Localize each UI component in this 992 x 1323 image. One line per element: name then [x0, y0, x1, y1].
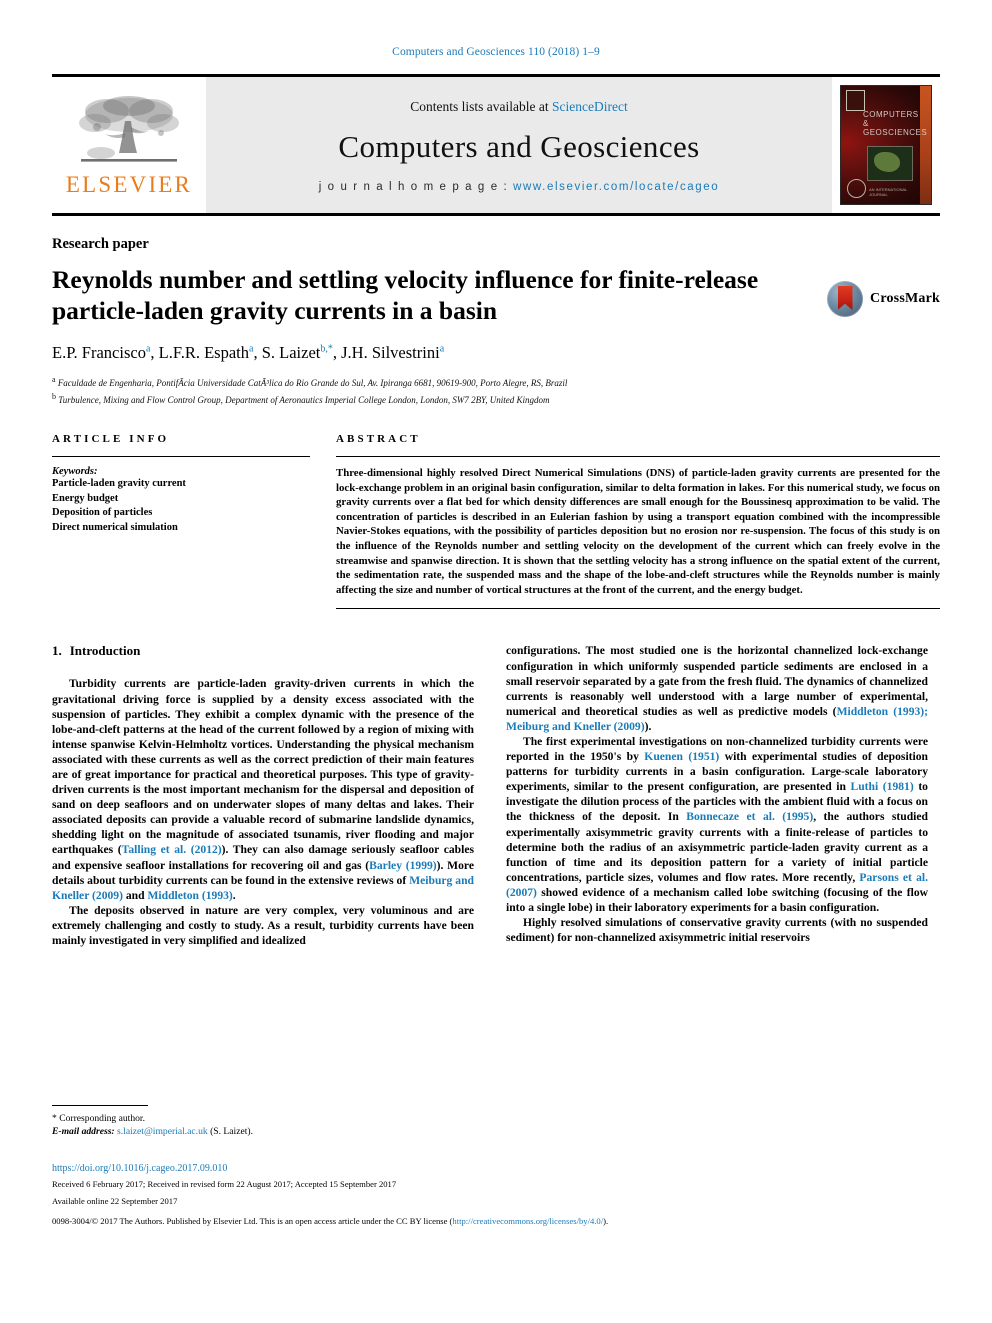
body-text-run: Turbidity currents are particle-laden gr… [52, 677, 474, 857]
journal-masthead: ELSEVIER Contents lists available at Sci… [52, 74, 940, 216]
homepage-url[interactable]: www.elsevier.com/locate/cageo [513, 181, 719, 193]
abstract-column: ABSTRACT Three-dimensional highly resolv… [336, 433, 940, 610]
cover-inset-image [867, 146, 913, 181]
article-info-heading: ARTICLE INFO [52, 433, 170, 446]
copyright-line: 0098-3004/© 2017 The Authors. Published … [52, 1216, 940, 1226]
body-column-right: configurations. The most studied one is … [506, 643, 928, 1041]
body-text-run: Highly resolved simulations of conservat… [506, 916, 928, 945]
body-paragraph: The deposits observed in nature are very… [52, 903, 474, 948]
body-text-run: The deposits observed in nature are very… [52, 903, 474, 948]
masthead-center: Contents lists available at ScienceDirec… [206, 77, 832, 213]
abstract-rule [336, 456, 940, 458]
contents-line: Contents lists available at ScienceDirec… [410, 99, 627, 115]
cover-artwork: COMPUTERS & GEOSCIENCES AN INTERNATIONAL… [840, 85, 932, 205]
homepage-prefix: j o u r n a l h o m e p a g e : [318, 181, 514, 193]
crossmark-badge[interactable]: CrossMark [827, 281, 940, 317]
sciencedirect-link[interactable]: ScienceDirect [552, 99, 628, 114]
author-2-mark: b,* [320, 343, 333, 355]
right-body-text: configurations. The most studied one is … [506, 643, 928, 945]
running-head: Computers and Geosciences 110 (2018) 1–9 [392, 46, 600, 58]
page-title: Reynolds number and settling velocity in… [52, 265, 759, 325]
doi-link[interactable]: https://doi.org/10.1016/j.cageo.2017.09.… [52, 1163, 940, 1174]
author-3[interactable]: J.H. Silvestrinia [341, 343, 444, 362]
author-1-mark: a [249, 343, 254, 355]
crossmark-label: CrossMark [870, 291, 940, 306]
abstract-bottom-rule [336, 608, 940, 610]
paper-page: Computers and Geosciences 110 (2018) 1–9 [0, 0, 992, 1323]
abstract-heading: ABSTRACT [336, 433, 421, 446]
body-paragraph: Turbidity currents are particle-laden gr… [52, 676, 474, 902]
page-footer: https://doi.org/10.1016/j.cageo.2017.09.… [52, 1163, 940, 1226]
elsevier-tree-icon [79, 95, 179, 162]
body-text-run: and [122, 888, 148, 902]
footnote-rule [52, 1105, 148, 1106]
cover-subtitle-text: AN INTERNATIONAL JOURNAL [869, 187, 908, 197]
body-text-run: ). [644, 719, 652, 733]
affiliation-a: a Faculdade de Engenharia, PontifÃ­cia U… [52, 375, 568, 389]
affiliation-b: b Turbulence, Mixing and Flow Control Gr… [52, 392, 550, 406]
journal-homepage-line: j o u r n a l h o m e p a g e : www.else… [319, 181, 720, 193]
body-text-run: . [232, 888, 236, 902]
email-owner: (S. Laizet). [210, 1126, 253, 1137]
author-0[interactable]: E.P. Franciscoa [52, 343, 150, 362]
keyword-item: Deposition of particles [52, 507, 153, 519]
author-2[interactable]: S. Laizetb,* [262, 343, 333, 362]
author-3-mark: a [439, 343, 445, 355]
keyword-item: Energy budget [52, 492, 119, 504]
elsevier-wordmark: ELSEVIER [65, 171, 193, 197]
section-number: 1. [52, 643, 62, 659]
author-1[interactable]: L.F.R. Espatha [159, 343, 254, 362]
journal-title: Computers and Geosciences [338, 129, 700, 164]
author-list: E.P. Franciscoa, L.F.R. Espatha, S. Laiz… [52, 343, 445, 363]
body-paragraph: The first experimental investigations on… [506, 734, 928, 915]
body-paragraph: configurations. The most studied one is … [506, 643, 928, 734]
body-text-run: showed evidence of a mechanism called lo… [506, 885, 928, 915]
email-label: E-mail address: [52, 1126, 115, 1137]
contents-prefix: Contents lists available at [410, 99, 552, 114]
info-abstract-block: ARTICLE INFO Keywords: Particle-laden gr… [52, 433, 940, 610]
history-online: Available online 22 September 2017 [52, 1195, 178, 1206]
cover-title-text: COMPUTERS & GEOSCIENCES [863, 110, 928, 137]
section-title: Introduction [69, 643, 141, 659]
email-note: E-mail address: s.laizet@imperial.ac.uk … [52, 1125, 482, 1138]
keyword-item: Particle-laden gravity current [52, 478, 186, 490]
cover-publisher-badge [846, 90, 865, 111]
keywords-label: Keywords: [52, 466, 98, 478]
citation-link[interactable]: Bonnecaze et al. (1995) [686, 810, 813, 823]
license-link[interactable]: http://creativecommons.org/licenses/by/4… [452, 1216, 603, 1226]
body-column-left: 1. Introduction Turbidity currents are pa… [52, 643, 474, 1041]
citation-link[interactable]: Middleton (1993) [147, 889, 232, 902]
body-columns: 1. Introduction Turbidity currents are pa… [52, 643, 940, 1041]
citation-link[interactable]: Luthi (1981) [851, 780, 914, 793]
abstract-text: Three-dimensional highly resolved Direct… [336, 467, 940, 596]
history-received: Received 6 February 2017; Received in re… [52, 1179, 397, 1189]
corresponding-author-note: * Corresponding author. [52, 1113, 145, 1124]
footnote-block: * Corresponding author. E-mail address: … [52, 1105, 482, 1138]
copyright-suffix: ). [603, 1216, 609, 1226]
body-paragraph: Highly resolved simulations of conservat… [506, 915, 928, 945]
section-heading: 1. Introduction [52, 643, 474, 659]
left-body-text: Turbidity currents are particle-laden gr… [52, 676, 474, 948]
article-info-rule [52, 456, 310, 458]
crossmark-icon [827, 281, 864, 317]
copyright-prefix: 0098-3004/© 2017 The Authors. Published … [52, 1216, 453, 1226]
keyword-item: Direct numerical simulation [52, 521, 178, 533]
journal-cover-thumbnail: COMPUTERS & GEOSCIENCES AN INTERNATIONAL… [832, 77, 940, 213]
keywords-list: Particle-laden gravity current Energy bu… [52, 477, 310, 535]
cover-side-strip [920, 86, 931, 204]
cover-seal-icon [847, 179, 866, 198]
citation-link[interactable]: Barley (1999) [369, 859, 437, 872]
article-info-column: ARTICLE INFO Keywords: Particle-laden gr… [52, 433, 310, 609]
email-link[interactable]: s.laizet@imperial.ac.uk [117, 1126, 208, 1137]
affiliation-list: a Faculdade de Engenharia, PontifÃ­cia U… [52, 373, 940, 407]
author-0-mark: a [145, 343, 151, 355]
citation-link[interactable]: Talling et al. (2012) [122, 843, 222, 856]
elsevier-logo: ELSEVIER [52, 77, 206, 213]
article-type: Research paper [52, 236, 149, 252]
citation-link[interactable]: Kuenen (1951) [644, 750, 719, 763]
cover-inset-shape [874, 152, 900, 172]
